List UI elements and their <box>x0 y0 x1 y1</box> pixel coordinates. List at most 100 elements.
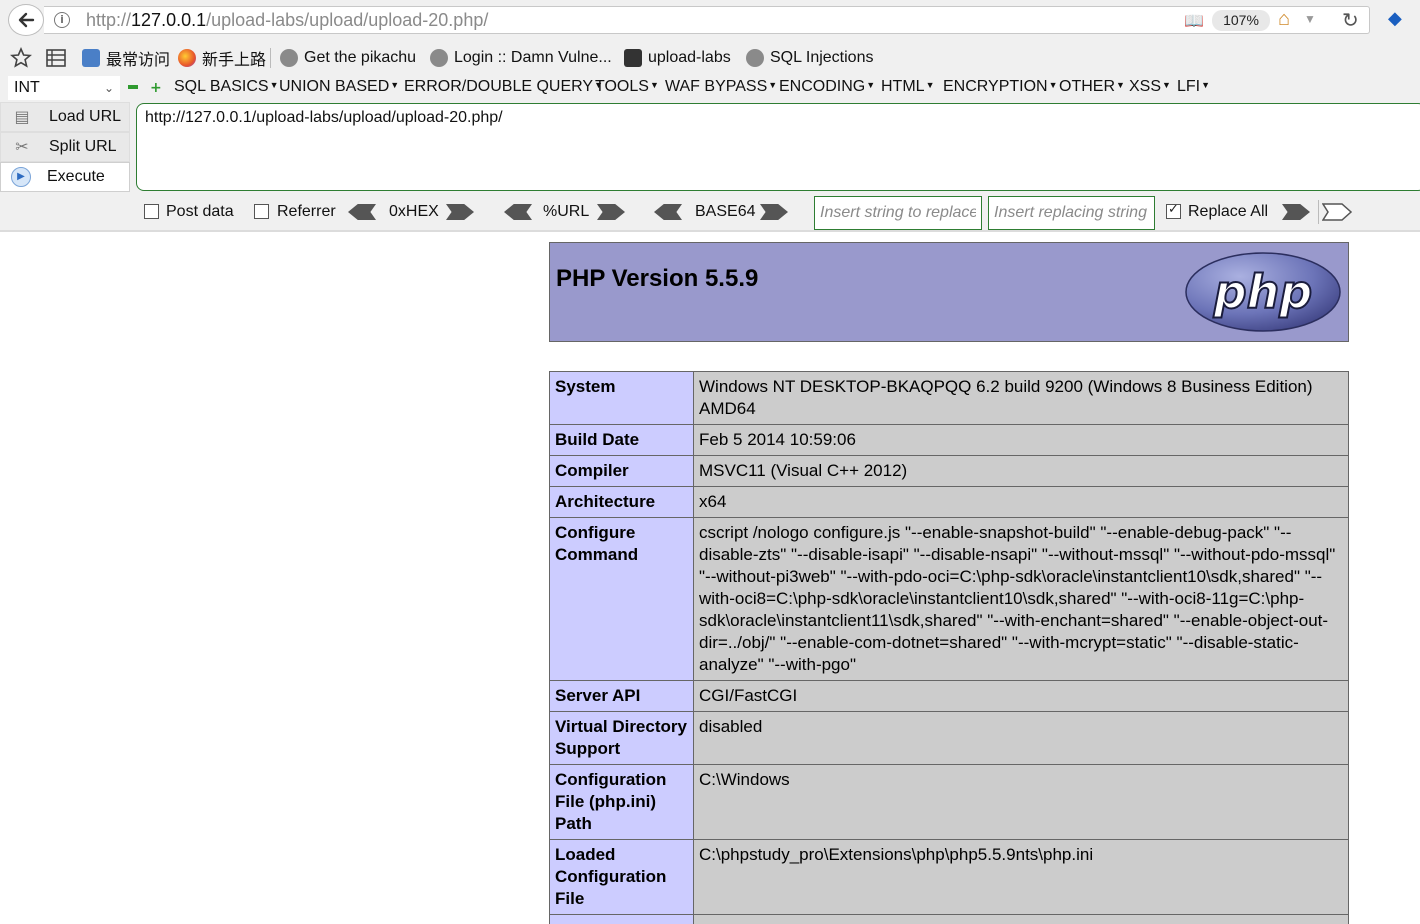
config-value: Feb 5 2014 10:59:06 <box>693 424 1349 456</box>
menu-xss[interactable]: XSS▼ <box>1129 78 1171 96</box>
config-value: cscript /nologo configure.js "--enable-s… <box>693 517 1349 681</box>
url-path: /upload-labs/upload/upload-20.php/ <box>206 10 489 30</box>
menu-error-double-query[interactable]: ERROR/DOUBLE QUERY▼ <box>404 78 603 96</box>
config-value: disabled <box>693 711 1349 765</box>
chevron-down-icon: ⌄ <box>103 81 114 95</box>
load-url-button[interactable]: ▤ Load URL <box>0 102 130 132</box>
config-value: MSVC11 (Visual C++ 2012) <box>693 455 1349 487</box>
library-icon[interactable] <box>46 46 66 70</box>
referrer-checkbox[interactable] <box>254 204 269 219</box>
config-key: Architecture <box>549 486 694 518</box>
extension-icon[interactable]: ◆ <box>1388 8 1402 29</box>
url-encode-label: %URL <box>543 203 590 220</box>
globe-icon <box>746 49 764 67</box>
base64-label: BASE64 <box>695 203 756 220</box>
bookmark-getting-started[interactable]: 新手上路 <box>178 46 266 70</box>
menu-sql-basics[interactable]: SQL BASICS▼ <box>174 78 278 96</box>
menu-label: LFI <box>1177 78 1201 95</box>
replace-all-checkbox[interactable] <box>1166 202 1181 219</box>
bookmark-upload-labs[interactable]: upload-labs <box>624 46 731 70</box>
php-version-header: PHP Version 5.5.9 php <box>549 242 1349 342</box>
bookmark-label: Get the pikachu <box>304 49 417 66</box>
url-decode-arrow-icon[interactable] <box>504 204 532 220</box>
hex-encode-arrow-icon[interactable] <box>446 204 474 220</box>
menu-other[interactable]: OTHER▼ <box>1059 78 1125 96</box>
table-row: Build Date Feb 5 2014 10:59:06 <box>549 424 1349 456</box>
bookmark-pikachu[interactable]: Get the pikachu <box>280 46 416 70</box>
address-text[interactable]: http://127.0.0.1/upload-labs/upload/uplo… <box>86 10 488 31</box>
magnifier-icon <box>82 49 100 67</box>
reader-view-icon[interactable]: 📖 <box>1184 11 1204 31</box>
menu-label: SQL BASICS <box>174 78 269 95</box>
config-key: Virtual Directory Support <box>549 711 694 765</box>
page-title: PHP Version 5.5.9 <box>556 265 759 292</box>
firefox-icon <box>178 49 196 67</box>
replace-arrow-icon[interactable] <box>1282 204 1310 220</box>
menu-label: ERROR/DOUBLE QUERY <box>404 78 594 95</box>
star-icon[interactable] <box>10 46 32 70</box>
menu-label: XSS <box>1129 78 1162 95</box>
home-icon[interactable]: ⌂ <box>1278 8 1290 31</box>
base64-decode-arrow-icon[interactable] <box>654 204 682 220</box>
menu-encoding[interactable]: ENCODING▼ <box>779 78 875 96</box>
menu-union-based[interactable]: UNION BASED▼ <box>279 78 399 96</box>
menu-label: WAF BYPASS <box>665 78 768 95</box>
bookmark-label: upload-labs <box>648 49 731 66</box>
reload-icon[interactable]: ↻ <box>1342 8 1359 33</box>
table-row: Configuration File (php.ini) Path C:\Wind… <box>549 764 1349 840</box>
bookmark-label: Login :: Damn Vulne... <box>454 49 612 66</box>
menu-tools[interactable]: TOOLS▼ <box>595 78 659 96</box>
scissors-icon: ✂ <box>15 139 29 156</box>
folder-icon <box>624 49 642 67</box>
minus-icon[interactable] <box>128 85 138 89</box>
replace-back-arrow-icon[interactable] <box>1322 203 1352 221</box>
config-value: CGI/FastCGI <box>693 680 1349 712</box>
menu-html[interactable]: HTML▼ <box>881 78 934 96</box>
back-button[interactable] <box>8 4 44 36</box>
load-icon: ▤ <box>14 109 30 126</box>
info-icon[interactable]: i <box>54 12 70 28</box>
menu-label: ENCODING <box>779 78 866 95</box>
type-select[interactable]: INT ⌄ <box>8 76 120 100</box>
zoom-badge[interactable]: 107% <box>1212 10 1270 31</box>
menu-waf-bypass[interactable]: WAF BYPASS▼ <box>665 78 777 96</box>
navigation-bar: i http://127.0.0.1/upload-labs/upload/up… <box>0 0 1420 40</box>
table-row <box>549 914 1349 924</box>
bookmark-sql-injections[interactable]: SQL Injections <box>746 46 873 70</box>
hackbar-url-input[interactable]: http://127.0.0.1/upload-labs/upload/uplo… <box>136 103 1420 191</box>
chevron-down-icon[interactable]: ▼ <box>1304 12 1316 26</box>
globe-icon <box>280 49 298 67</box>
base64-encode-arrow-icon[interactable] <box>760 204 788 220</box>
config-key: Loaded Configuration File <box>549 839 694 915</box>
table-row: Compiler MSVC11 (Visual C++ 2012) <box>549 455 1349 487</box>
url-encode-arrow-icon[interactable] <box>597 204 625 220</box>
table-row: Server API CGI/FastCGI <box>549 680 1349 712</box>
find-string-input[interactable] <box>814 196 982 230</box>
url-scheme: http:// <box>86 10 132 30</box>
config-value: x64 <box>693 486 1349 518</box>
menu-lfi[interactable]: LFI▼ <box>1177 78 1210 96</box>
back-arrow-icon <box>18 12 35 28</box>
chrome-divider <box>0 230 1420 232</box>
hex-decode-arrow-icon[interactable] <box>348 204 376 220</box>
toolbar-separator <box>270 48 271 68</box>
table-row: Loaded Configuration File C:\phpstudy_pro… <box>549 839 1349 915</box>
menu-encryption[interactable]: ENCRYPTION▼ <box>943 78 1058 96</box>
replace-string-input[interactable] <box>988 196 1155 230</box>
bookmark-dvwa[interactable]: Login :: Damn Vulne... <box>430 46 612 70</box>
bookmarks-toolbar: 最常访问 新手上路 Get the pikachu Login :: Damn … <box>0 42 1420 74</box>
config-value <box>693 914 1349 924</box>
address-bar[interactable]: i http://127.0.0.1/upload-labs/upload/up… <box>44 6 1370 34</box>
menu-label: ENCRYPTION <box>943 78 1048 95</box>
post-data-checkbox[interactable] <box>144 204 159 219</box>
type-select-value: INT <box>14 79 40 96</box>
plus-icon[interactable]: + <box>150 80 162 96</box>
button-label: Split URL <box>49 138 117 155</box>
globe-icon <box>430 49 448 67</box>
bookmark-most-visited[interactable]: 最常访问 <box>82 46 170 70</box>
config-key: Build Date <box>549 424 694 456</box>
execute-button[interactable]: ▶ Execute <box>0 162 130 192</box>
php-info-table: System Windows NT DESKTOP-BKAQPQQ 6.2 bui… <box>549 371 1349 924</box>
split-url-button[interactable]: ✂ Split URL <box>0 132 130 162</box>
php-logo: php <box>1185 252 1341 332</box>
